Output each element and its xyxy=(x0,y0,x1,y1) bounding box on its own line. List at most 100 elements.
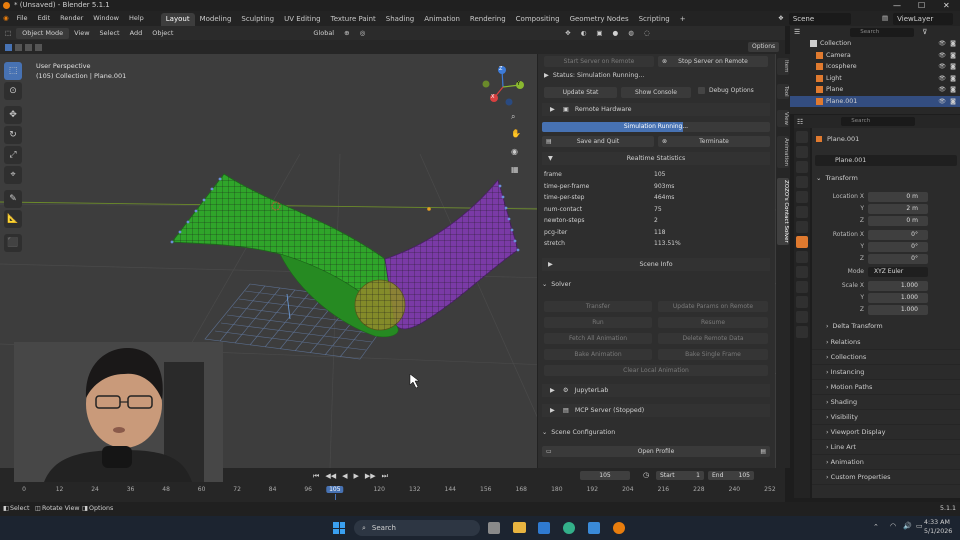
tab-texture-paint[interactable]: Texture Paint xyxy=(326,13,381,26)
menu-edit[interactable]: Edit xyxy=(33,11,56,26)
outliner-row-collection[interactable]: Collection 👁 ◙ xyxy=(790,38,960,50)
rotation-mode-dropdown[interactable]: XYZ Euler xyxy=(868,267,928,277)
select-tool-icon[interactable]: ⬚ xyxy=(4,62,22,80)
editor-type-icon[interactable]: ⬚ xyxy=(0,26,16,40)
next-key-icon[interactable]: ▶▶ xyxy=(365,472,376,480)
start-frame-field[interactable]: Start 1 xyxy=(656,471,704,480)
menu-help[interactable]: Help xyxy=(124,11,149,26)
outliner-row-plane-001[interactable]: Plane.001 👁 ◙ xyxy=(790,95,960,107)
object-properties-icon[interactable] xyxy=(796,236,808,248)
grid-view-icon[interactable]: ▦ xyxy=(511,165,519,174)
rotation-y-field[interactable]: 0° xyxy=(868,242,928,252)
scale-z-field[interactable]: 1.000 xyxy=(868,305,928,315)
taskbar-search[interactable]: ⌕ Search xyxy=(354,520,480,536)
menu-window[interactable]: Window xyxy=(88,11,124,26)
task-view-icon[interactable] xyxy=(488,522,500,534)
bake-animation-button[interactable]: Bake Animation xyxy=(544,349,652,360)
clock-date[interactable]: 5/1/2026 xyxy=(924,528,952,535)
menu-select[interactable]: Select xyxy=(95,26,125,40)
debug-options-toggle[interactable]: Debug Options xyxy=(698,87,754,94)
sidetab-tool[interactable]: Tool xyxy=(777,84,789,99)
scale-x-field[interactable]: 1.000 xyxy=(868,281,928,291)
visibility-eye-icon[interactable]: 👁 xyxy=(938,61,946,73)
terminate-button[interactable]: ⊗ Terminate xyxy=(658,136,770,147)
save-profile-icon[interactable]: ▤ xyxy=(760,446,766,457)
remote-hardware-section[interactable]: ▶ ▣ Remote Hardware xyxy=(542,103,770,116)
measure-tool-icon[interactable]: 📐 xyxy=(4,210,22,228)
section-line-art[interactable]: › Line Art xyxy=(812,440,960,455)
store-app-icon[interactable] xyxy=(538,522,550,534)
timeline-ruler[interactable]: 0 12 24 36 48 60 72 84 96 105 120 132 144 156 168 180 19… xyxy=(0,484,785,500)
shading-render-icon[interactable]: ◌ xyxy=(639,26,655,40)
tool-properties-icon[interactable] xyxy=(796,131,808,143)
rotation-x-field[interactable]: 0° xyxy=(868,230,928,240)
pan-hand-icon[interactable]: ✋ xyxy=(511,129,521,138)
scene-properties-icon[interactable] xyxy=(796,191,808,203)
options-dropdown[interactable]: Options xyxy=(748,42,780,52)
jupyterlab-section[interactable]: ▶ ⚙ JupyterLab xyxy=(542,384,770,397)
section-viewport-display[interactable]: › Viewport Display xyxy=(812,425,960,440)
scene-info-section[interactable]: ▶ Scene Info xyxy=(542,258,770,271)
prev-key-icon[interactable]: ◀◀ xyxy=(325,472,336,480)
section-shading[interactable]: › Shading xyxy=(812,395,960,410)
render-camera-icon[interactable]: ◙ xyxy=(950,84,956,96)
navigation-gizmo[interactable]: Z Y X xyxy=(478,62,528,112)
current-frame-field[interactable]: 105 xyxy=(580,471,630,480)
visibility-eye-icon[interactable]: 👁 xyxy=(938,38,946,50)
tab-uv-editing[interactable]: UV Editing xyxy=(279,13,326,26)
vscode-icon[interactable] xyxy=(588,522,600,534)
edge-browser-icon[interactable] xyxy=(563,522,575,534)
object-datablock-field[interactable]: Plane.001 xyxy=(815,155,957,166)
output-properties-icon[interactable] xyxy=(796,161,808,173)
menu-render[interactable]: Render xyxy=(55,11,88,26)
play-reverse-icon[interactable]: ◀ xyxy=(342,472,347,480)
volume-icon[interactable]: 🔊 xyxy=(903,522,912,530)
mcp-server-section[interactable]: ▶ ▤ MCP Server (Stopped) xyxy=(542,404,770,417)
material-properties-icon[interactable] xyxy=(796,326,808,338)
end-frame-field[interactable]: End 105 xyxy=(708,471,754,480)
camera-view-icon[interactable]: ◉ xyxy=(511,147,518,156)
shading-solid-icon[interactable]: ● xyxy=(608,26,624,40)
stop-server-button[interactable]: ⊗ Stop Server on Remote xyxy=(658,56,768,67)
playhead-line[interactable] xyxy=(334,494,336,500)
tab-geometry-nodes[interactable]: Geometry Nodes xyxy=(565,13,634,26)
tab-animation[interactable]: Animation xyxy=(419,13,465,26)
view-layer-properties-icon[interactable] xyxy=(796,176,808,188)
outliner-row-icosphere[interactable]: Icosphere 👁 ◙ xyxy=(790,61,960,73)
particle-properties-icon[interactable] xyxy=(796,266,808,278)
visibility-eye-icon[interactable]: 👁 xyxy=(938,50,946,62)
outliner-row-light[interactable]: Light 👁 ◙ xyxy=(790,73,960,85)
outliner-editor-icon[interactable]: ☰ xyxy=(794,28,800,36)
section-motion-paths[interactable]: › Motion Paths xyxy=(812,380,960,395)
section-instancing[interactable]: › Instancing xyxy=(812,365,960,380)
sidetab-item[interactable]: Item xyxy=(777,58,789,75)
tab-rendering[interactable]: Rendering xyxy=(465,13,511,26)
view-layer-field[interactable]: ViewLayer xyxy=(893,12,954,25)
tab-compositing[interactable]: Compositing xyxy=(511,13,565,26)
scene-configuration-header[interactable]: ⌄ Scene Configuration xyxy=(542,429,615,436)
render-camera-icon[interactable]: ◙ xyxy=(950,50,956,62)
play-icon[interactable]: ▶ xyxy=(353,472,358,480)
select-extend-icon[interactable] xyxy=(15,43,22,51)
resume-button[interactable]: Resume xyxy=(658,317,768,328)
zoom-icon[interactable]: ⌕ xyxy=(511,112,515,122)
scale-y-field[interactable]: 1.000 xyxy=(868,293,928,303)
save-and-quit-button[interactable]: ▤ Save and Quit xyxy=(542,136,654,147)
outliner-row-camera[interactable]: Camera 👁 ◙ xyxy=(790,50,960,62)
blender-taskbar-icon[interactable] xyxy=(613,522,625,534)
menu-add[interactable]: Add xyxy=(125,26,148,40)
jump-start-icon[interactable]: ⏮ xyxy=(313,472,319,481)
select-invert-icon[interactable] xyxy=(35,43,42,51)
run-button[interactable]: Run xyxy=(544,317,652,328)
visibility-eye-icon[interactable]: 👁 xyxy=(938,84,946,96)
section-relations[interactable]: › Relations xyxy=(812,335,960,350)
transfer-button[interactable]: Transfer xyxy=(544,301,652,312)
minimize-button[interactable]: — xyxy=(893,0,901,11)
scale-tool-icon[interactable]: ⤢ xyxy=(4,146,22,164)
fetch-all-animation-button[interactable]: Fetch All Animation xyxy=(544,333,652,344)
sidetab-animation[interactable]: Animation xyxy=(777,136,789,169)
outliner-row-plane[interactable]: Plane 👁 ◙ xyxy=(790,84,960,96)
tab-modeling[interactable]: Modeling xyxy=(195,13,237,26)
tab-shading[interactable]: Shading xyxy=(381,13,419,26)
cursor-tool-icon[interactable]: ⊙ xyxy=(4,82,22,100)
